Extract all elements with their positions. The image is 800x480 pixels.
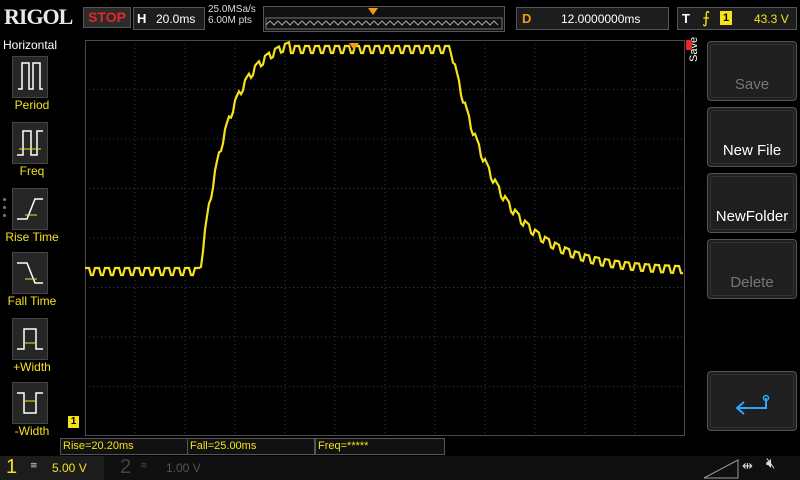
enter-icon [735,394,770,415]
usb-icon: ⇹ [742,458,753,473]
frequency-measurement[interactable]: Freq=***** [315,438,445,455]
delete-button[interactable]: Delete [707,239,797,299]
new-file-button[interactable]: New File [707,107,797,167]
rise-time-icon [17,198,43,220]
save-button[interactable]: Save [707,41,797,101]
positive-width-icon [17,328,43,350]
menu-page-dots [3,198,7,222]
enter-button[interactable] [707,371,797,431]
menu-slide-tab-icon[interactable] [700,456,740,480]
rise-time-label: Rise Time [5,230,59,244]
freq-label: Freq [19,164,45,178]
negative-width-icon [17,392,43,414]
period-button[interactable] [12,56,48,98]
speaker-mute-icon[interactable]: 🔇︎ [766,455,775,472]
trigger-source: 1 [720,11,732,25]
horizontal-tag: H [137,11,147,26]
new-folder-button[interactable]: NewFolder [707,173,797,233]
trigger-box[interactable]: T ⨍ 1 43.3 V [677,7,797,30]
new-file-label: New File [722,142,782,159]
freq-button[interactable] [12,122,48,164]
trigger-position-marker [368,8,378,15]
trigger-tag: T [682,11,690,26]
sample-rate: 25.0MSa/s [208,4,256,15]
fall-time-icon [17,262,43,284]
positive-width-label: +Width [13,360,51,374]
rising-edge-icon: ⨍ [702,10,711,27]
delay-box[interactable]: D 12.0000000ms [516,7,669,30]
delete-label: Delete [730,274,774,291]
fall-time-label: Fall Time [7,294,57,308]
menu-title: Horizontal [2,38,58,52]
fall-time-button[interactable] [12,252,48,294]
delay-tag: D [522,11,532,26]
memory-depth: 6.00M pts [208,15,252,26]
channel-1-coupling-icon: ≅ [30,460,38,470]
brand-logo: RIGOL [4,4,73,29]
rise-time-measurement[interactable]: Rise=20.20ms [60,438,188,455]
channel-2-number: 2 [120,456,132,478]
horizontal-measure-menu: Horizontal Period Freq Rise Time Fall Ti… [0,38,60,442]
freq-icon [17,130,43,156]
timebase-value: 20.0ms [156,12,196,26]
rise-time-button[interactable] [12,188,48,230]
positive-width-button[interactable] [12,318,48,360]
channel-1-number: 1 [6,456,18,478]
acquisition-info: 25.0MSa/s 6.00M pts [208,4,256,26]
horizontal-timebase-box[interactable]: H 20.0ms [133,7,205,30]
channel-1-scale: 5.00 V [52,461,87,475]
fall-time-measurement[interactable]: Fall=25.00ms [187,438,315,455]
channel-1-box[interactable]: 1 ≅ 5.00 V [0,456,104,480]
menu-indicator [686,40,692,50]
negative-width-label: -Width [14,424,50,438]
period-label: Period [14,98,50,112]
channel-2-box[interactable]: 2 ≅ 1.00 V [110,456,210,480]
run-stop-status[interactable]: STOP [83,7,131,28]
period-icon [18,62,43,90]
trigger-level: 43.3 V [754,12,789,26]
save-button-label: Save [734,76,770,93]
waveform-overview-bar [263,6,505,32]
channel-2-coupling-icon: ≅ [140,460,148,470]
waveform-display[interactable] [85,40,685,436]
delay-value: 12.0000000ms [561,12,641,26]
memory-overview-icon [265,8,503,30]
new-folder-label: NewFolder [715,208,789,225]
negative-width-button[interactable] [12,382,48,424]
channel-2-scale: 1.00 V [166,461,201,475]
channel-1-ground-marker[interactable]: 1 [68,416,79,428]
